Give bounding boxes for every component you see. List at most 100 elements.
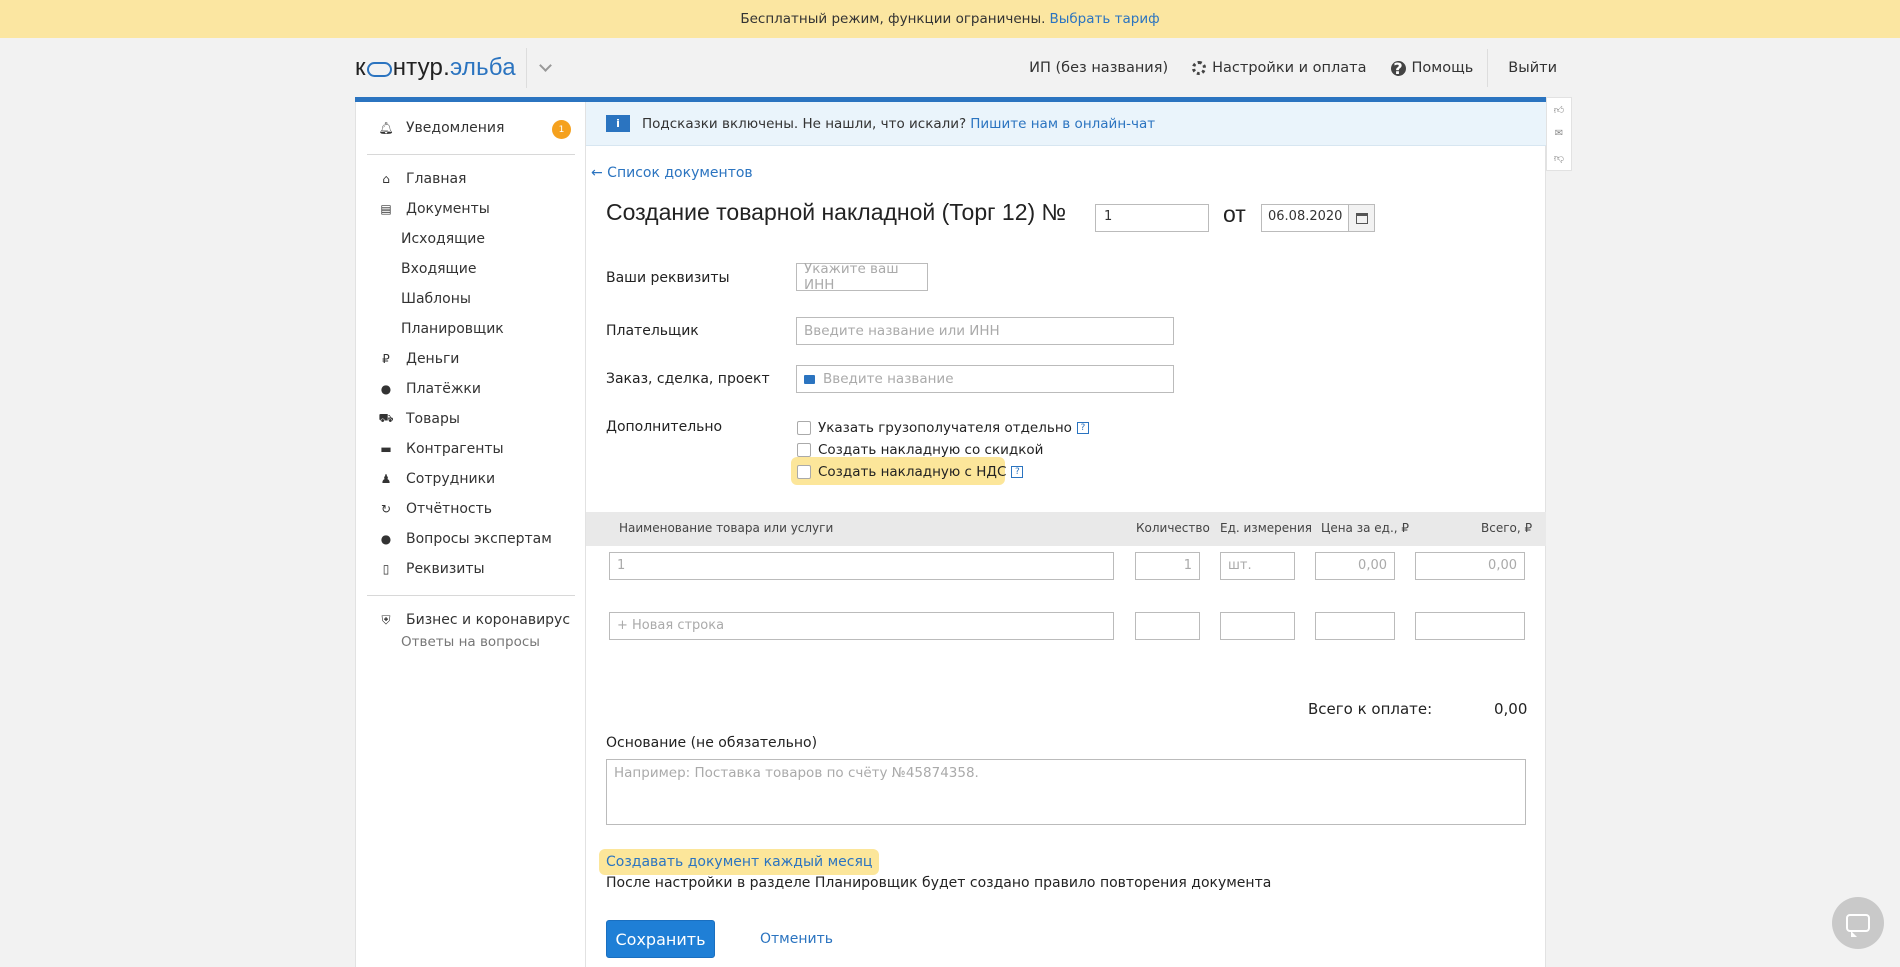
logo-cloud-icon: [366, 61, 392, 77]
sidebar-divider: [367, 595, 575, 596]
consignee-checkbox-row[interactable]: Указать грузополучателя отдельно ?: [797, 420, 1089, 436]
info-icon: i: [606, 115, 630, 132]
sidebar-item-label: Сотрудники: [406, 471, 496, 487]
sidebar-item-coronavirus[interactable]: ⛨ Бизнес и коронавирус: [378, 612, 570, 628]
save-button[interactable]: Сохранить: [606, 920, 715, 958]
sidebar: 🔔︎ Уведомления 1 ⌂ Главная ▤ Документы Исх…: [355, 102, 585, 967]
order-input[interactable]: Введите название: [796, 365, 1174, 393]
sidebar-item-experts[interactable]: ● Вопросы экспертам: [378, 531, 552, 547]
item-total-input[interactable]: 0,00: [1415, 552, 1525, 580]
sidebar-item-label: Вопросы экспертам: [406, 531, 552, 547]
vat-checkbox-row[interactable]: Создать накладную с НДС ?: [797, 464, 1024, 480]
cancel-link[interactable]: Отменить: [760, 931, 833, 947]
total-label: Всего к оплате:: [1308, 700, 1433, 718]
main-content: i Подсказки включены. Не нашли, что иска…: [585, 102, 1546, 967]
document-date-input[interactable]: 06.08.2020: [1261, 204, 1349, 232]
logo-part: к: [355, 54, 366, 81]
company-name[interactable]: ИП (без названия): [1029, 60, 1168, 76]
inn-input[interactable]: Укажите ваш ИНН: [796, 261, 928, 293]
new-qty-input[interactable]: [1135, 612, 1200, 640]
document-number-input[interactable]: 1: [1095, 204, 1209, 232]
payments-icon: ●: [380, 382, 392, 396]
sidebar-item-requisites[interactable]: ▯ Реквизиты: [378, 561, 485, 577]
mail-icon[interactable]: ✉: [1555, 128, 1563, 139]
calendar-button[interactable]: [1348, 204, 1375, 232]
question-icon: ●: [380, 532, 392, 546]
col-qty: Количество: [1136, 521, 1210, 535]
sidebar-item-documents[interactable]: ▤ Документы: [378, 201, 489, 217]
order-placeholder: Введите название: [823, 371, 954, 387]
page-title: Создание товарной накладной (Торг 12) №: [606, 199, 1067, 225]
coronavirus-note[interactable]: Ответы на вопросы: [401, 634, 540, 650]
col-name: Наименование товара или услуги: [619, 521, 834, 535]
basis-textarea[interactable]: Например: Поставка товаров по счёту №458…: [606, 759, 1526, 825]
discount-checkbox-label: Создать накладную со скидкой: [818, 442, 1044, 458]
new-price-input[interactable]: [1315, 612, 1395, 640]
sidebar-item-money[interactable]: ₽ Деньги: [378, 351, 459, 367]
col-unit: Ед. измерения: [1220, 521, 1312, 535]
help-label: Помощь: [1411, 60, 1474, 76]
cart-icon: ⛟: [378, 411, 394, 425]
extra-label: Дополнительно: [606, 419, 723, 435]
online-chat-link[interactable]: Пишите нам в онлайн-чат: [970, 116, 1155, 132]
header: к нтур. эльба ИП (без названия) Настройки …: [355, 38, 1571, 98]
sidebar-divider: [367, 154, 575, 155]
sidebar-item-templates[interactable]: Шаблоны: [401, 291, 471, 307]
gear-icon: [1192, 61, 1207, 75]
sidebar-item-outgoing[interactable]: Исходящие: [401, 231, 485, 247]
chevron-down-icon[interactable]: [538, 59, 552, 72]
help-icon[interactable]: ?: [1011, 466, 1024, 478]
consignee-checkbox[interactable]: [797, 421, 811, 435]
home-icon: ⌂: [382, 172, 390, 186]
briefcase-icon: ▬: [380, 442, 392, 456]
help-icon[interactable]: ?: [1076, 422, 1089, 434]
choose-tariff-link[interactable]: Выбрать тариф: [1049, 11, 1159, 27]
discount-checkbox[interactable]: [797, 443, 811, 457]
nav-divider: [1487, 49, 1489, 87]
vat-checkbox-label: Создать накладную с НДС: [818, 464, 1007, 480]
sidebar-item-reports[interactable]: ↻ Отчётность: [378, 501, 492, 517]
item-unit-input[interactable]: шт.: [1220, 552, 1295, 580]
project-icon: [804, 374, 815, 384]
logo-part: эльба: [449, 54, 516, 81]
sidebar-item-label: Отчётность: [406, 501, 493, 517]
sidebar-item-contractors[interactable]: ▬ Контрагенты: [378, 441, 504, 457]
sidebar-item-label: Контрагенты: [406, 441, 504, 457]
item-qty-input[interactable]: 1: [1135, 552, 1200, 580]
new-unit-input[interactable]: [1220, 612, 1295, 640]
hints-bar: i Подсказки включены. Не нашли, что иска…: [586, 102, 1546, 146]
monthly-repeat-link[interactable]: Создавать документ каждый месяц: [599, 849, 880, 875]
top-nav: ИП (без названия) Настройки и оплата ? По…: [1005, 38, 1571, 98]
banner-text: Бесплатный режим, функции ограничены.: [740, 11, 1046, 27]
thumbs-up-icon[interactable]: 👍︎: [1554, 104, 1564, 116]
item-price-input[interactable]: 0,00: [1315, 552, 1395, 580]
goods-table-header: Наименование товара или услуги Количеств…: [586, 512, 1546, 546]
sidebar-item-goods[interactable]: ⛟ Товары: [378, 411, 459, 427]
exit-link[interactable]: Выйти: [1508, 60, 1557, 76]
chat-button[interactable]: [1832, 897, 1884, 949]
sidebar-item-home[interactable]: ⌂ Главная: [378, 171, 466, 187]
new-row-input[interactable]: + Новая строка: [609, 612, 1114, 640]
order-label: Заказ, сделка, проект: [606, 371, 770, 387]
logo[interactable]: к нтур. эльба: [355, 54, 516, 82]
item-name-input[interactable]: 1: [609, 552, 1114, 580]
thumbs-down-icon[interactable]: 👎︎: [1554, 152, 1564, 164]
sidebar-item-label: Бизнес и коронавирус: [406, 612, 571, 628]
hint-text: Подсказки включены. Не нашли, что искали…: [642, 115, 967, 132]
payer-input[interactable]: Введите название или ИНН: [796, 317, 1174, 345]
sidebar-item-incoming[interactable]: Входящие: [401, 261, 476, 277]
sidebar-item-planner[interactable]: Планировщик: [401, 321, 504, 337]
documents-icon: ▤: [380, 202, 392, 216]
sidebar-item-notifications[interactable]: 🔔︎ Уведомления: [378, 120, 504, 136]
notifications-badge: 1: [552, 120, 571, 139]
sidebar-item-employees[interactable]: ♟ Сотрудники: [378, 471, 496, 487]
report-icon: ↻: [380, 502, 392, 516]
vat-checkbox[interactable]: [797, 465, 811, 479]
help-link[interactable]: ? Помощь: [1390, 59, 1474, 78]
sidebar-item-label: Уведомления: [406, 120, 505, 136]
discount-checkbox-row[interactable]: Создать накладную со скидкой: [797, 442, 1043, 458]
new-total-input[interactable]: [1415, 612, 1525, 640]
sidebar-item-payments[interactable]: ● Платёжки: [378, 381, 481, 397]
documents-list-link[interactable]: ← Список документов: [591, 165, 753, 181]
settings-link[interactable]: Настройки и оплата: [1192, 60, 1367, 76]
